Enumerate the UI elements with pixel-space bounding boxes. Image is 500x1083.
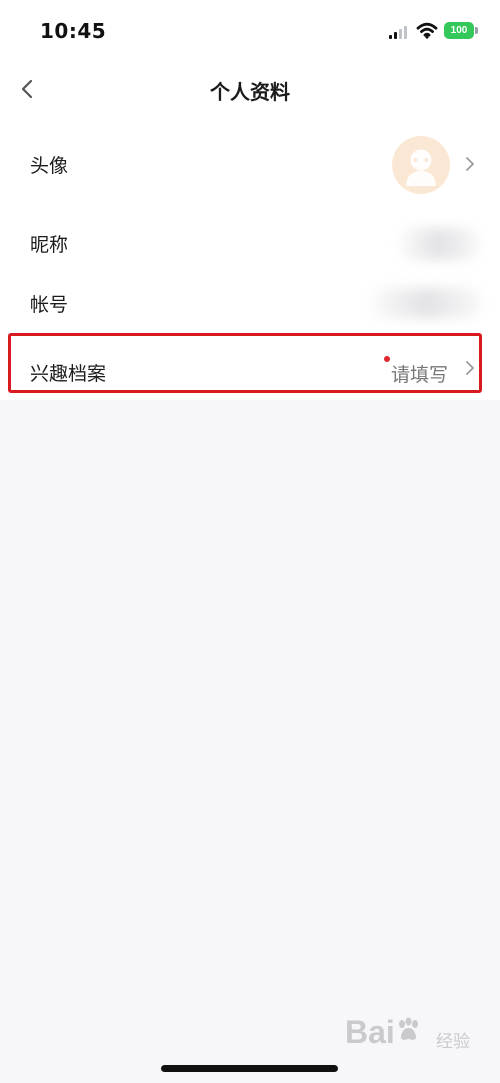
avatar[interactable] [392, 136, 450, 194]
baidu-paw-icon [399, 1017, 418, 1040]
avatar-label: 头像 [30, 155, 69, 177]
status-time: 10:45 [40, 19, 107, 43]
avatar-chevron-right-icon [462, 152, 478, 176]
nickname-label: 昵称 [30, 234, 69, 256]
interest-profile-row[interactable]: 兴趣档案 请填写 [0, 340, 500, 395]
avatar-row[interactable]: 头像 [0, 130, 500, 200]
notification-dot [384, 356, 390, 362]
nickname-row[interactable]: 昵称 [0, 220, 500, 266]
navigation-bar: 个人资料 [0, 60, 500, 120]
baidu-brand-text: Bai [345, 1014, 395, 1050]
interest-profile-value: 请填写 [390, 364, 448, 386]
page-title: 个人资料 [210, 80, 290, 104]
wifi-icon [416, 22, 438, 39]
jingyan-text: 经验 [436, 1032, 470, 1052]
battery-icon: 100 [444, 22, 478, 39]
profile-page: 10:45 100 个人资料 头像 昵称 帐号 兴趣档案 请填写 Bai 经验 [0, 0, 500, 1083]
battery-tip [475, 27, 478, 34]
home-indicator[interactable] [161, 1065, 338, 1072]
baidu-jingyan-watermark: Bai 经验 [345, 1010, 485, 1055]
nickname-redacted-value [398, 228, 480, 260]
interest-profile-label: 兴趣档案 [30, 363, 107, 385]
signal-icon [389, 26, 407, 39]
account-redacted-value [370, 288, 482, 318]
interest-chevron-right-icon [462, 356, 478, 380]
account-row[interactable]: 帐号 [0, 280, 500, 328]
account-label: 帐号 [30, 294, 69, 316]
battery-level: 100 [444, 22, 474, 39]
user-avatar-icon [406, 149, 436, 186]
status-bar: 10:45 100 [0, 0, 500, 60]
